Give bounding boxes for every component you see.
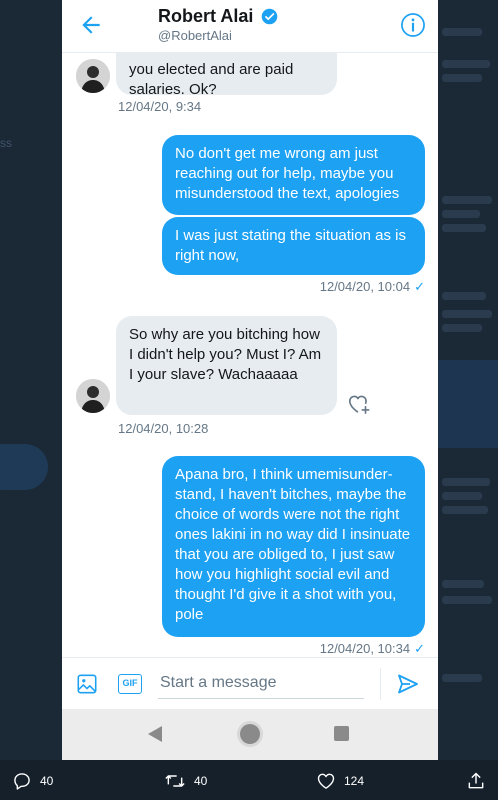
avatar[interactable] xyxy=(76,59,110,93)
contact-name: Robert Alai xyxy=(158,6,254,26)
background-text-fragment: ss xyxy=(0,136,12,150)
message-timestamp: 12/04/20, 9:34 xyxy=(118,99,202,114)
incoming-message[interactable]: you elected and are paid salaries. Ok? xyxy=(116,53,337,98)
contact-handle: @RobertAlai xyxy=(158,28,232,43)
back-arrow-icon[interactable] xyxy=(78,12,104,38)
like-icon xyxy=(317,773,335,789)
incoming-message[interactable]: So why are you bitching how I didn't hel… xyxy=(116,316,337,415)
seen-check-icon: ✓ xyxy=(414,641,425,656)
message-timestamp: 12/04/20, 10:04 ✓ xyxy=(320,279,425,295)
retweet-icon xyxy=(165,775,185,787)
background-left-panel: ss xyxy=(0,0,62,760)
send-icon[interactable] xyxy=(396,672,420,696)
nav-home-icon[interactable] xyxy=(240,724,260,744)
image-icon[interactable] xyxy=(76,673,98,695)
nav-back-icon[interactable] xyxy=(148,726,162,742)
outgoing-message[interactable]: No don't get me wrong am just reaching o… xyxy=(162,135,425,215)
heart-plus-icon[interactable] xyxy=(346,391,372,417)
info-icon[interactable] xyxy=(400,12,426,38)
verified-badge-icon xyxy=(261,8,278,25)
message-timestamp: 12/04/20, 10:28 xyxy=(118,421,209,436)
background-right-panel xyxy=(438,0,498,760)
nav-recents-icon[interactable] xyxy=(334,726,349,741)
timestamp-text: 12/04/20, 10:34 xyxy=(319,641,411,656)
conversation-header: Robert Alai @RobertAlai xyxy=(62,0,438,53)
outgoing-message[interactable]: I was just stating the situation as is r… xyxy=(162,217,425,275)
reply-icon xyxy=(14,773,30,790)
timestamp-text: 12/04/20, 10:04 xyxy=(319,279,411,294)
like-button[interactable]: 124 xyxy=(316,770,364,790)
composer-divider xyxy=(380,668,381,700)
message-composer: GIF xyxy=(62,657,438,710)
message-input[interactable] xyxy=(158,668,364,699)
android-nav-bar xyxy=(62,709,438,760)
conversation-title[interactable]: Robert Alai @RobertAlai xyxy=(158,6,278,43)
avatar-image xyxy=(76,379,110,413)
like-count: 124 xyxy=(344,773,365,788)
share-button[interactable] xyxy=(466,770,486,790)
gif-icon[interactable]: GIF xyxy=(118,674,142,694)
reply-count: 40 xyxy=(40,773,54,788)
retweet-count: 40 xyxy=(194,773,208,788)
avatar-image xyxy=(76,59,110,93)
retweet-button[interactable]: 40 xyxy=(164,770,207,790)
outgoing-message[interactable]: Apana bro, I think umemisunder-stand, I … xyxy=(162,456,425,637)
reply-button[interactable]: 40 xyxy=(12,770,53,790)
share-icon xyxy=(468,772,484,789)
direct-message-screen: Robert Alai @RobertAlai you elected and … xyxy=(62,0,438,760)
tweet-action-bar: 40 40 124 xyxy=(0,760,498,800)
avatar[interactable] xyxy=(76,379,110,413)
background-button xyxy=(0,444,48,490)
message-list: you elected and are paid salaries. Ok? 1… xyxy=(62,53,438,657)
seen-check-icon: ✓ xyxy=(414,279,425,294)
message-timestamp: 12/04/20, 10:34 ✓ xyxy=(320,641,425,657)
